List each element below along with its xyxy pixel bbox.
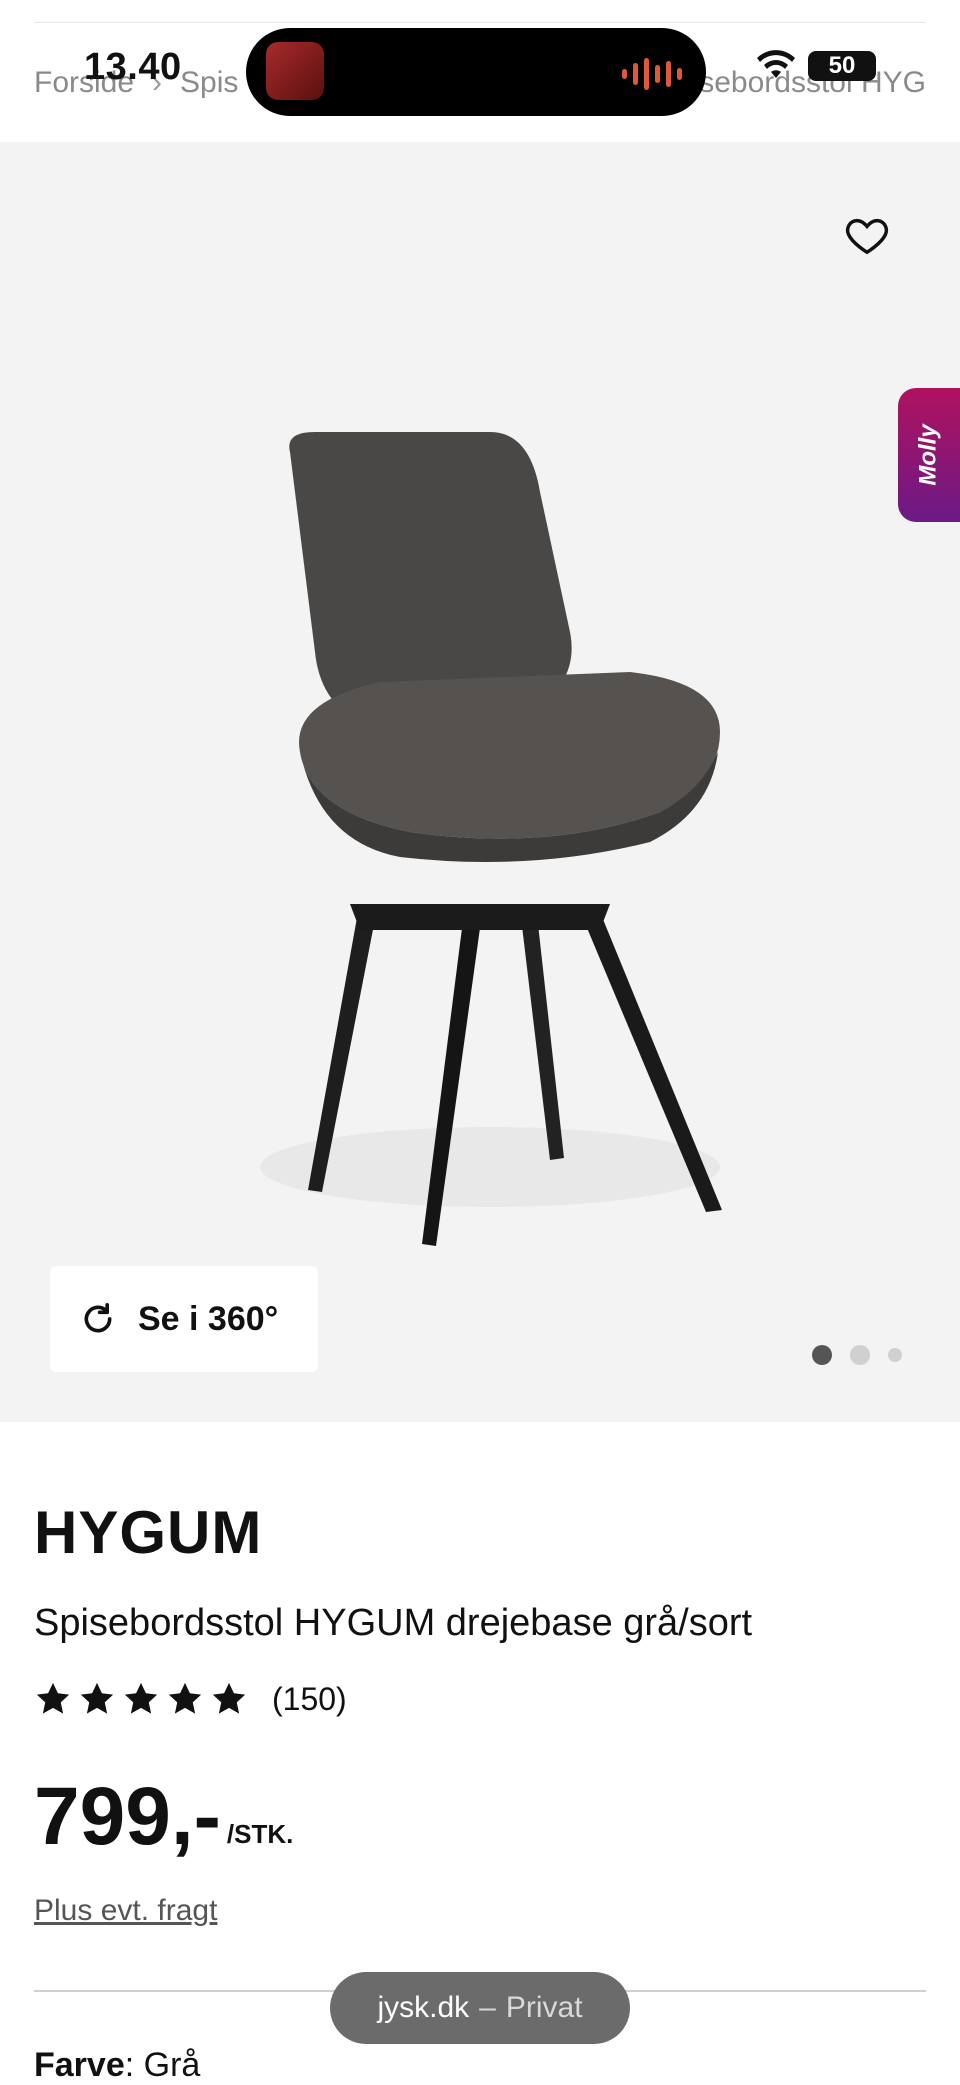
product-price: 799,- /STK. [34, 1776, 293, 1858]
price-unit: /STK. [226, 1819, 294, 1849]
wifi-icon [757, 50, 795, 78]
audio-waveform-icon [622, 58, 682, 90]
freight-link[interactable]: Plus evt. fragt [34, 1894, 217, 1928]
view-360-label: Se i 360° [138, 1299, 279, 1338]
star-icon [124, 1682, 158, 1714]
status-icons: 50 [754, 50, 876, 82]
view-360-button[interactable]: Se i 360° [50, 1266, 318, 1372]
star-icon [36, 1682, 70, 1714]
color-value: : Grå [124, 2046, 201, 2084]
product-rating[interactable]: (150) [34, 1680, 347, 1718]
favorite-heart-icon[interactable] [844, 212, 890, 258]
battery-icon: 50 [808, 51, 876, 81]
rotate-icon [84, 1303, 112, 1333]
browser-domain: jysk.dk [377, 1991, 470, 2024]
top-divider [34, 22, 926, 23]
gallery-dot-3[interactable] [888, 1348, 902, 1362]
now-playing-artwork-icon [266, 42, 324, 100]
price-value: 799,- [34, 1771, 221, 1862]
review-count[interactable]: (150) [272, 1681, 347, 1718]
browser-address-pill[interactable]: jysk.dk – Privat [330, 1972, 630, 2044]
breadcrumb-category[interactable]: Spis [180, 66, 238, 100]
star-icon [168, 1682, 202, 1714]
browser-separator: – [479, 1991, 496, 2024]
star-icon [80, 1682, 114, 1714]
product-brand: HYGUM [34, 1499, 263, 1566]
top-bar: Forside › Spis sebordsstol HYG 13.40 50 [0, 0, 960, 142]
gallery-dot-1[interactable] [812, 1345, 832, 1365]
molly-assistant-tab[interactable]: Molly [898, 388, 960, 522]
star-icon [212, 1682, 246, 1714]
product-title: Spisebordsstol HYGUM drejebase grå/sort [34, 1602, 753, 1644]
gallery-pagination [812, 1345, 902, 1365]
molly-label: Molly [915, 424, 942, 486]
gallery-dot-2[interactable] [850, 1345, 870, 1365]
browser-mode: Privat [505, 1991, 583, 2024]
product-gallery[interactable]: Molly Se i 360° [0, 142, 960, 1422]
chair-product-image [260, 432, 722, 1246]
color-label: Farve [34, 2046, 125, 2084]
status-time: 13.40 [84, 46, 182, 88]
color-selector[interactable]: Farve: Grå [34, 2046, 200, 2085]
dynamic-island[interactable] [246, 28, 706, 116]
